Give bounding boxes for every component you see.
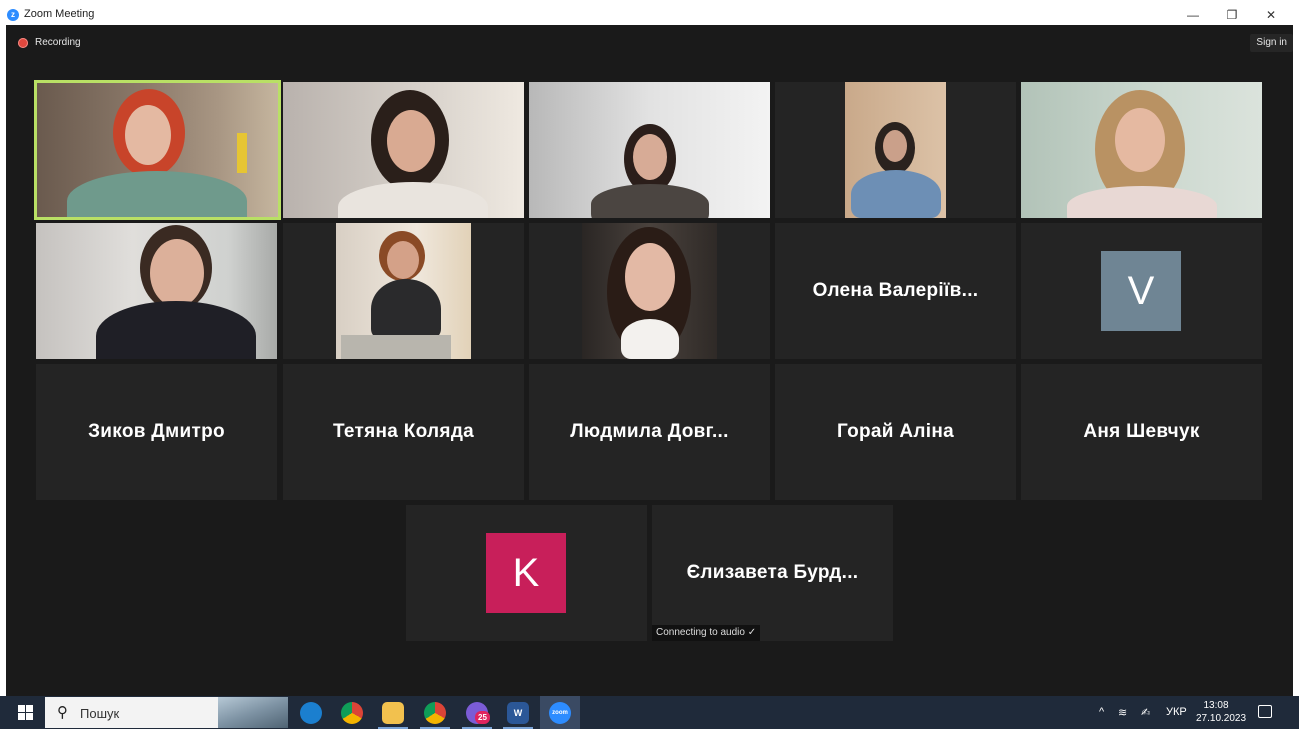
language-indicator[interactable]: УКР	[1166, 706, 1187, 718]
minimize-button[interactable]: —	[1183, 7, 1203, 23]
clock-time: 13:08	[1203, 700, 1229, 711]
participant-tile[interactable]: Єлизавета Бурд... Connecting to audio ✓	[652, 505, 893, 641]
zoom-taskbar-button[interactable]: zoom	[540, 696, 580, 729]
viber-icon[interactable]: 25	[466, 702, 490, 724]
participant-name: Тетяна Коляда	[332, 421, 475, 442]
restore-button[interactable]: ❐	[1222, 7, 1242, 23]
notification-badge: 25	[475, 711, 490, 724]
participant-tile[interactable]: Зиков Дмитро	[36, 364, 277, 500]
participant-tile[interactable]: Тетяна Коляда	[283, 364, 524, 500]
participant-name: Єлизавета Бурд...	[686, 562, 859, 583]
chrome-profile-icon[interactable]	[424, 702, 446, 724]
participant-tile[interactable]: V	[1021, 223, 1262, 359]
participant-tile[interactable]: Людмила Довг...	[529, 364, 770, 500]
video-tile[interactable]	[775, 82, 1016, 218]
participant-body	[591, 184, 709, 218]
close-button[interactable]: ✕	[1261, 7, 1281, 23]
video-tile-active-speaker[interactable]	[34, 80, 281, 220]
window-title: Zoom Meeting	[24, 8, 95, 20]
edge-icon[interactable]	[300, 702, 322, 724]
window-title-bar: z Zoom Meeting — ❐ ✕	[0, 0, 1299, 25]
word-icon[interactable]: W	[507, 702, 529, 724]
participant-face	[150, 239, 204, 307]
search-highlight-image	[218, 697, 288, 728]
chevron-up-icon[interactable]: ^	[1099, 706, 1104, 718]
file-explorer-icon[interactable]	[382, 702, 404, 724]
recording-label: Recording	[35, 37, 81, 48]
video-tile[interactable]	[529, 82, 770, 218]
avatar: K	[486, 533, 566, 613]
meeting-gallery: Recording Sign in Олена Валеріїв... V Зи…	[6, 25, 1293, 696]
wifi-icon[interactable]: ≋	[1118, 706, 1127, 719]
participant-name: Олена Валеріїв...	[812, 280, 979, 301]
clock-date: 27.10.2023	[1196, 713, 1247, 724]
participant-face	[625, 243, 675, 311]
participant-body	[371, 279, 441, 339]
video-tile[interactable]	[36, 223, 277, 359]
participant-name: Людмила Довг...	[570, 421, 729, 442]
participant-face	[1115, 108, 1165, 172]
zoom-logo-icon: z	[7, 9, 19, 21]
notifications-icon[interactable]	[1258, 705, 1272, 718]
audio-status: Connecting to audio ✓	[652, 625, 761, 641]
participant-name: Зиков Дмитро	[88, 421, 225, 442]
windows-start-button[interactable]	[18, 705, 34, 721]
participant-body	[851, 170, 941, 218]
video-tile[interactable]	[529, 223, 770, 359]
zoom-app-icon: zoom	[549, 702, 571, 724]
participant-face	[387, 241, 419, 279]
participant-face	[387, 110, 435, 172]
participant-tile[interactable]: K	[406, 505, 647, 641]
participant-tile[interactable]: Олена Валеріїв...	[775, 223, 1016, 359]
sign-in-button[interactable]: Sign in	[1250, 34, 1293, 52]
avatar: V	[1101, 251, 1181, 331]
video-tile[interactable]	[283, 82, 524, 218]
participant-tile[interactable]: Горай Аліна	[775, 364, 1016, 500]
flag-decor	[237, 133, 247, 173]
windows-taskbar: ⚲ Пошук 25 W zoom ^ ≋ ✍ УКР 13:08 27.10.…	[0, 696, 1299, 729]
video-tile[interactable]	[283, 223, 524, 359]
participant-body	[621, 319, 679, 359]
participant-face	[883, 130, 907, 162]
participant-face	[633, 134, 667, 180]
participant-face	[125, 105, 171, 165]
record-dot-icon	[18, 38, 28, 48]
pen-icon[interactable]: ✍	[1141, 706, 1150, 719]
system-clock[interactable]: 13:08 27.10.2023	[1196, 699, 1247, 725]
participant-body	[1067, 186, 1217, 218]
participant-tile[interactable]: Аня Шевчук	[1021, 364, 1262, 500]
chrome-icon[interactable]	[341, 702, 363, 724]
video-tile[interactable]	[1021, 82, 1262, 218]
participant-legs	[341, 335, 451, 359]
participant-name: Горай Аліна	[837, 421, 954, 442]
taskbar-search[interactable]: ⚲ Пошук	[45, 697, 288, 728]
participant-name: Аня Шевчук	[1083, 421, 1200, 442]
search-icon: ⚲	[57, 704, 68, 721]
search-input[interactable]: Пошук	[80, 706, 119, 721]
